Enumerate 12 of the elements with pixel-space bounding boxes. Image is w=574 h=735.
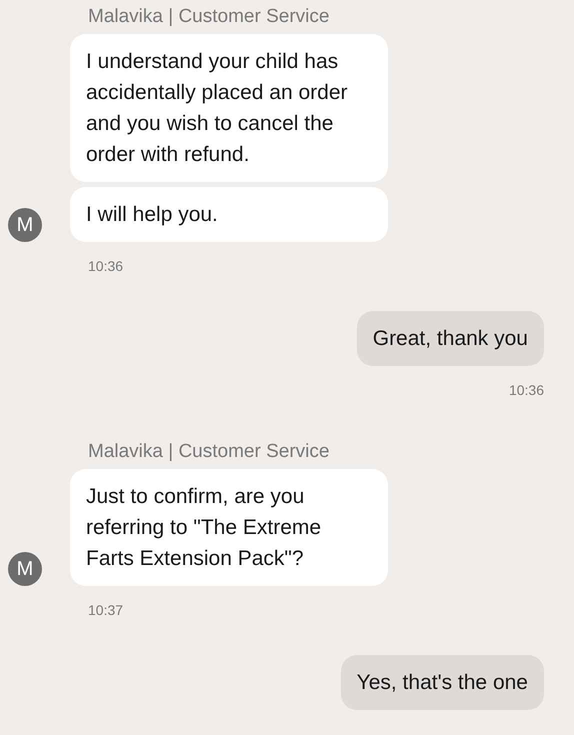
message-bubble: I understand your child has accidentally placed an order and you wish to cancel the order with refund. — [70, 34, 388, 182]
message-bubble: I will help you. — [70, 187, 388, 242]
sender-name: Malavika | Customer Service — [88, 440, 330, 464]
message-bubble: Just to confirm, are you referring to "The Extreme Farts Extension Pack"? — [70, 469, 388, 586]
timestamp: 10:36 — [88, 257, 124, 276]
message-bubble: Great, thank you — [356, 311, 544, 366]
avatar: M — [8, 552, 42, 586]
sender-name: Malavika | Customer Service — [88, 5, 330, 29]
timestamp: 10:36 — [508, 381, 544, 400]
avatar: M — [8, 208, 42, 242]
message-bubble: Yes, that's the one — [340, 655, 544, 710]
timestamp: 10:37 — [88, 601, 124, 620]
